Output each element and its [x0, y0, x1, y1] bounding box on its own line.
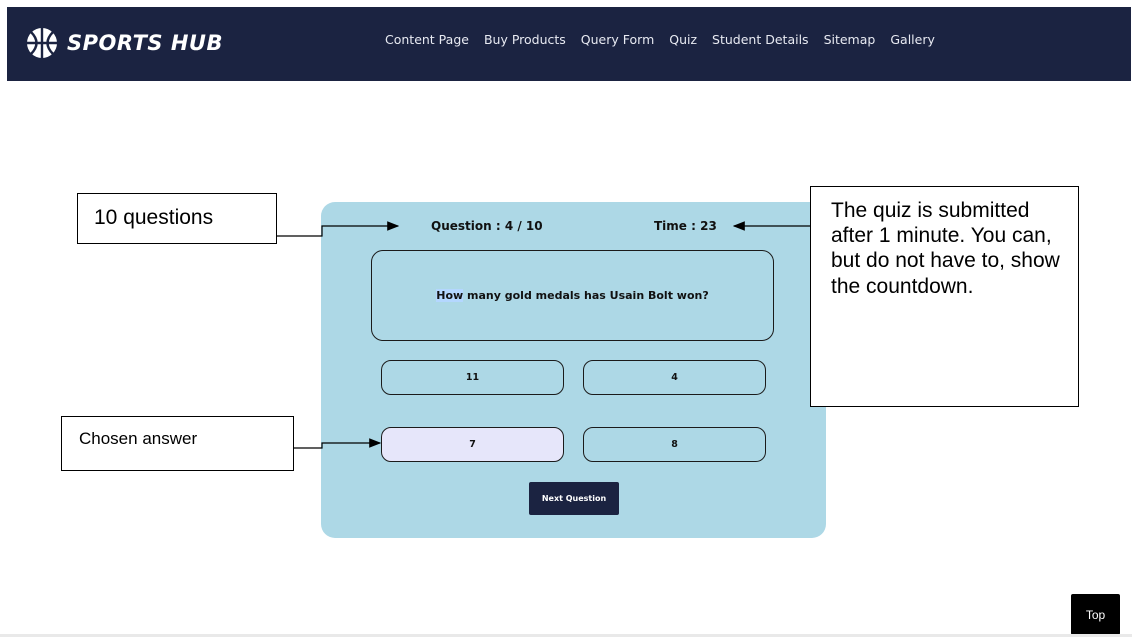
- question-counter: Question : 4 / 10: [431, 219, 543, 233]
- nav-quiz[interactable]: Quiz: [669, 32, 697, 47]
- nav-buy-products[interactable]: Buy Products: [484, 32, 566, 47]
- answer-option-3-selected[interactable]: 7: [381, 427, 564, 462]
- callout-timer: The quiz is submitted after 1 minute. Yo…: [810, 186, 1079, 407]
- next-question-button[interactable]: Next Question: [529, 482, 619, 515]
- question-text-rest: many gold medals has Usain Bolt won?: [463, 289, 709, 302]
- basketball-icon: [25, 26, 59, 60]
- quiz-timer: Time : 23: [654, 219, 717, 233]
- answer-option-1[interactable]: 11: [381, 360, 564, 395]
- answer-option-2[interactable]: 4: [583, 360, 766, 395]
- nav-sitemap[interactable]: Sitemap: [824, 32, 876, 47]
- selected-text-highlight: How: [436, 289, 464, 302]
- back-to-top-button[interactable]: Top: [1071, 594, 1120, 635]
- top-navbar: SPORTS HUB Content Page Buy Products Que…: [7, 7, 1131, 81]
- quiz-card: Question : 4 / 10 Time : 23 How many gol…: [321, 202, 826, 538]
- brand-name: SPORTS HUB: [67, 31, 223, 55]
- question-text: How many gold medals has Usain Bolt won?: [436, 289, 709, 302]
- answer-option-4[interactable]: 8: [583, 427, 766, 462]
- nav-student-details[interactable]: Student Details: [712, 32, 809, 47]
- nav-query-form[interactable]: Query Form: [581, 32, 654, 47]
- nav-gallery[interactable]: Gallery: [890, 32, 935, 47]
- nav-content-page[interactable]: Content Page: [385, 32, 469, 47]
- callout-questions: 10 questions: [77, 193, 277, 244]
- callout-chosen-answer: Chosen answer: [61, 416, 294, 471]
- question-box: How many gold medals has Usain Bolt won?: [371, 250, 774, 341]
- main-nav: Content Page Buy Products Query Form Qui…: [385, 32, 950, 47]
- brand-logo[interactable]: SPORTS HUB: [25, 23, 223, 63]
